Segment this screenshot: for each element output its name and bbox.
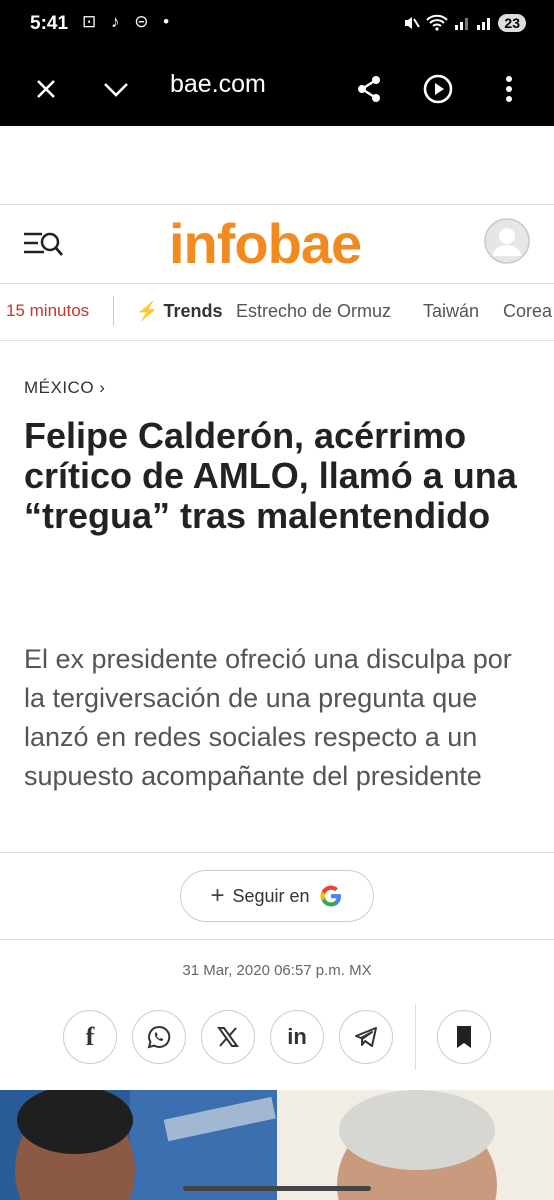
url-text[interactable]: bae.com xyxy=(170,70,266,99)
facebook-share-button[interactable]: f xyxy=(63,1010,117,1064)
chevron-right-icon: › xyxy=(99,378,106,397)
publish-date: 31 Mar, 2020 06:57 p.m. MX xyxy=(182,962,372,979)
status-right-icons: 23 xyxy=(402,14,526,32)
menu-search-icon[interactable] xyxy=(22,227,64,261)
x-icon xyxy=(217,1027,239,1047)
close-icon[interactable] xyxy=(23,66,69,112)
ad-space xyxy=(0,126,554,205)
site-logo[interactable]: infobae xyxy=(169,211,362,276)
article-image-left xyxy=(0,1090,277,1200)
article-subheadline: El ex presidente ofreció una disculpa po… xyxy=(24,644,512,791)
trends-divider xyxy=(113,296,114,326)
follow-google-button[interactable]: + Seguir en xyxy=(180,870,374,922)
trend-15-minutos[interactable]: 15 minutos xyxy=(6,301,89,321)
notification-icons: ⊡ ♪ ⊝ • xyxy=(82,12,175,31)
chevron-down-icon[interactable] xyxy=(93,66,139,112)
mute-icon xyxy=(405,17,421,29)
trend-item[interactable]: Taiwán xyxy=(423,301,479,322)
share-icon[interactable] xyxy=(346,66,392,112)
signal-icon-2 xyxy=(477,18,491,30)
status-bar: 5:41 ⊡ ♪ ⊝ • 23 xyxy=(0,0,554,52)
share-row: f in xyxy=(0,1004,554,1070)
breadcrumb[interactable]: MÉXICO › xyxy=(24,378,105,398)
linkedin-icon: in xyxy=(287,1024,307,1049)
trends-label: ⚡ Trends xyxy=(136,301,222,322)
facebook-icon: f xyxy=(85,1022,95,1051)
article-headline: Felipe Calderón, acérrimo crítico de AML… xyxy=(24,415,517,536)
trend-item[interactable]: Corea xyxy=(503,301,552,322)
battery-indicator: 23 xyxy=(498,14,526,32)
trend-item[interactable]: Estrecho de Ormuz xyxy=(236,301,391,322)
whatsapp-share-button[interactable] xyxy=(132,1010,186,1064)
linkedin-share-button[interactable]: in xyxy=(270,1010,324,1064)
avatar[interactable] xyxy=(484,218,530,264)
telegram-share-button[interactable] xyxy=(339,1010,393,1064)
status-time: 5:41 xyxy=(30,13,69,34)
section-label[interactable]: MÉXICO xyxy=(24,378,94,397)
google-icon xyxy=(320,885,341,907)
signal-icon xyxy=(455,18,469,30)
article-image-right xyxy=(277,1090,554,1200)
divider xyxy=(0,939,554,940)
play-icon[interactable] xyxy=(415,66,461,112)
divider xyxy=(0,852,554,853)
whatsapp-icon xyxy=(147,1025,171,1049)
x-share-button[interactable] xyxy=(201,1010,255,1064)
telegram-icon xyxy=(355,1027,377,1047)
trends-label-text: Trends xyxy=(163,301,223,321)
follow-label: Seguir en xyxy=(232,885,310,906)
bookmark-icon xyxy=(457,1026,471,1048)
plus-icon: + xyxy=(210,882,225,909)
trends-bar: 15 minutos ⚡ Trends Estrecho de Ormuz Ta… xyxy=(0,284,554,341)
site-header: infobae xyxy=(0,205,554,284)
lightning-icon: ⚡ xyxy=(136,301,159,321)
browser-toolbar: bae.com xyxy=(0,52,554,126)
wifi-icon xyxy=(426,14,449,31)
bookmark-button[interactable] xyxy=(437,1010,491,1064)
more-vert-icon[interactable] xyxy=(486,66,532,112)
share-divider xyxy=(415,1004,416,1070)
gesture-nav-handle[interactable] xyxy=(183,1186,371,1191)
